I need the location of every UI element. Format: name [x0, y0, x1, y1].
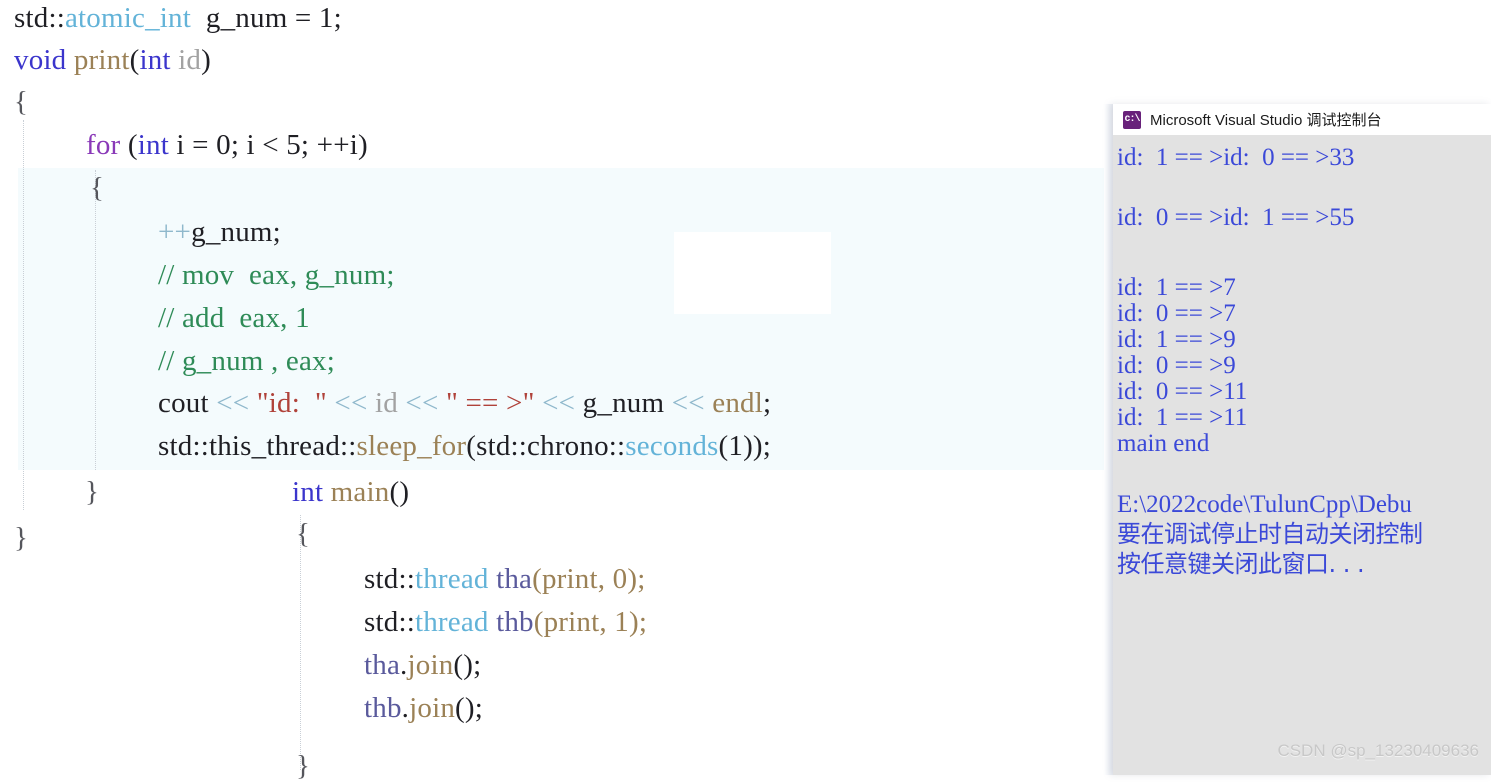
token-join-parens-19: (); [455, 692, 484, 724]
token-string-id: "id: " [256, 387, 327, 419]
token-increment-op: ++ [158, 216, 192, 248]
token-tha: tha [488, 563, 533, 595]
console-line-12: 按任意键关闭此窗口. . . [1117, 550, 1365, 578]
token-string-arrow: " == >" [445, 387, 535, 419]
token-int-loop: int [137, 129, 169, 161]
token-thread-16: thread [414, 563, 489, 595]
code-line-9[interactable]: // g_num , eax; [158, 347, 335, 376]
token-std-prefix-16: std:: [364, 563, 415, 595]
console-line-7: id: 0 == >11 [1117, 378, 1248, 405]
console-line-5: id: 1 == >9 [1117, 326, 1236, 353]
token-atomic-int: atomic_int [64, 2, 191, 34]
token-semi-1: ; [763, 387, 772, 419]
token-thb: thb [488, 606, 534, 638]
token-thread-args-a: (print, 0); [532, 563, 646, 595]
token-thb-join: thb [364, 692, 402, 724]
token-thread-17: thread [414, 606, 489, 638]
token-shift-2: << [334, 387, 368, 419]
code-line-2[interactable]: void print(int id) [14, 46, 211, 75]
console-window-shadow [1104, 104, 1113, 775]
console-line-11: 要在调试停止时自动关闭控制 [1117, 520, 1423, 548]
token-int-main: int [292, 476, 324, 508]
code-line-1[interactable]: std::atomic_int g_num = 1; [14, 4, 342, 33]
token-int: int [139, 44, 171, 76]
code-line-17[interactable]: std::thread thb(print, 1); [364, 608, 647, 637]
code-line-11[interactable]: std::this_thread::sleep_for(std::chrono:… [158, 432, 771, 461]
console-window[interactable]: c:\ Microsoft Visual Studio 调试控制台 id: 1 … [1113, 104, 1491, 775]
token-for: for [86, 129, 121, 161]
token-sp5 [323, 476, 330, 508]
console-line-3: id: 1 == >7 [1117, 274, 1236, 301]
code-line-10[interactable]: cout << "id: " << id << " == >" << g_num… [158, 389, 771, 418]
console-line-9: main end [1117, 430, 1210, 457]
token-for-body: i = 0; i < 5; ++i) [168, 129, 368, 161]
console-title: Microsoft Visual Studio 调试控制台 [1150, 112, 1382, 129]
console-line-2: id: 0 == >id: 1 == >55 [1117, 204, 1355, 231]
token-paren-open: ( [129, 44, 140, 76]
token-print: print [73, 44, 130, 76]
token-thread-args-b: (print, 1); [533, 606, 648, 638]
code-line-7[interactable]: // mov eax, g_num; [158, 261, 395, 290]
token-std-prefix-17: std:: [364, 606, 415, 638]
indent-guide-level1 [23, 120, 24, 510]
token-for-open: ( [120, 129, 138, 161]
code-line-4[interactable]: for (int i = 0; i < 5; ++i) [86, 131, 368, 160]
token-join-19: join [409, 692, 456, 724]
token-main: main [330, 476, 390, 508]
code-line-3[interactable]: { [14, 88, 28, 117]
code-line-16[interactable]: std::thread tha(print, 0); [364, 565, 645, 594]
token-gnum: g_num; [191, 216, 281, 248]
token-join-18: join [407, 649, 454, 681]
token-tha-join: tha [364, 649, 401, 681]
token-gnum-out: g_num [575, 387, 672, 419]
token-id-arg: id [367, 387, 406, 419]
token-sp3 [439, 387, 446, 419]
code-line-14[interactable]: int main() [292, 478, 409, 507]
console-titlebar[interactable]: c:\ Microsoft Visual Studio 调试控制台 [1113, 104, 1491, 135]
token-gnum-decl: g_num = 1; [191, 2, 342, 34]
code-line-19[interactable]: thb.join(); [364, 694, 483, 723]
token-shift-5: << [671, 387, 705, 419]
token-dot-19: . [401, 692, 410, 724]
console-line-8: id: 1 == >11 [1117, 404, 1248, 431]
code-line-18[interactable]: tha.join(); [364, 651, 481, 680]
code-line-5[interactable]: { [90, 174, 104, 203]
token-sp4 [535, 387, 542, 419]
token-std-prefix: std:: [14, 2, 65, 34]
code-line-12[interactable]: } [85, 478, 99, 507]
token-paren-close: ) [201, 44, 211, 76]
token-seconds-args: (1)); [718, 430, 772, 462]
console-app-icon: c:\ [1123, 110, 1141, 129]
token-shift-3: << [405, 387, 439, 419]
token-void: void [14, 44, 67, 76]
console-line-10: E:\2022code\TulunCpp\Debu [1117, 491, 1412, 518]
token-id-param: id [170, 44, 202, 76]
token-sleep-for: sleep_for [356, 430, 467, 462]
token-cout: cout [158, 387, 217, 419]
token-chrono: (std::chrono:: [466, 430, 626, 462]
erased-region [674, 232, 831, 314]
indent-guide-level2 [95, 170, 96, 470]
token-shift-1: << [216, 387, 250, 419]
token-shift-4: << [542, 387, 576, 419]
console-output-area[interactable]: id: 1 == >id: 0 == >33 id: 0 == >id: 1 =… [1113, 135, 1491, 775]
code-line-20[interactable]: } [296, 752, 310, 781]
code-line-8[interactable]: // add eax, 1 [158, 304, 310, 333]
token-this-thread: std::this_thread:: [158, 430, 357, 462]
code-line-6[interactable]: ++g_num; [158, 218, 281, 247]
token-join-parens-18: (); [453, 649, 482, 681]
token-seconds: seconds [625, 430, 719, 462]
console-line-4: id: 0 == >7 [1117, 300, 1236, 327]
token-endl: endl [704, 387, 763, 419]
console-line-6: id: 0 == >9 [1117, 352, 1236, 379]
code-line-15[interactable]: { [296, 520, 310, 549]
token-main-parens: () [389, 476, 410, 508]
token-sp1 [249, 387, 256, 419]
csdn-watermark: CSDN @sp_13230409636 [1277, 741, 1479, 760]
indent-guide-main-level1 [300, 515, 301, 770]
console-line-1: id: 1 == >id: 0 == >33 [1117, 144, 1355, 171]
code-line-13[interactable]: } [14, 524, 28, 553]
